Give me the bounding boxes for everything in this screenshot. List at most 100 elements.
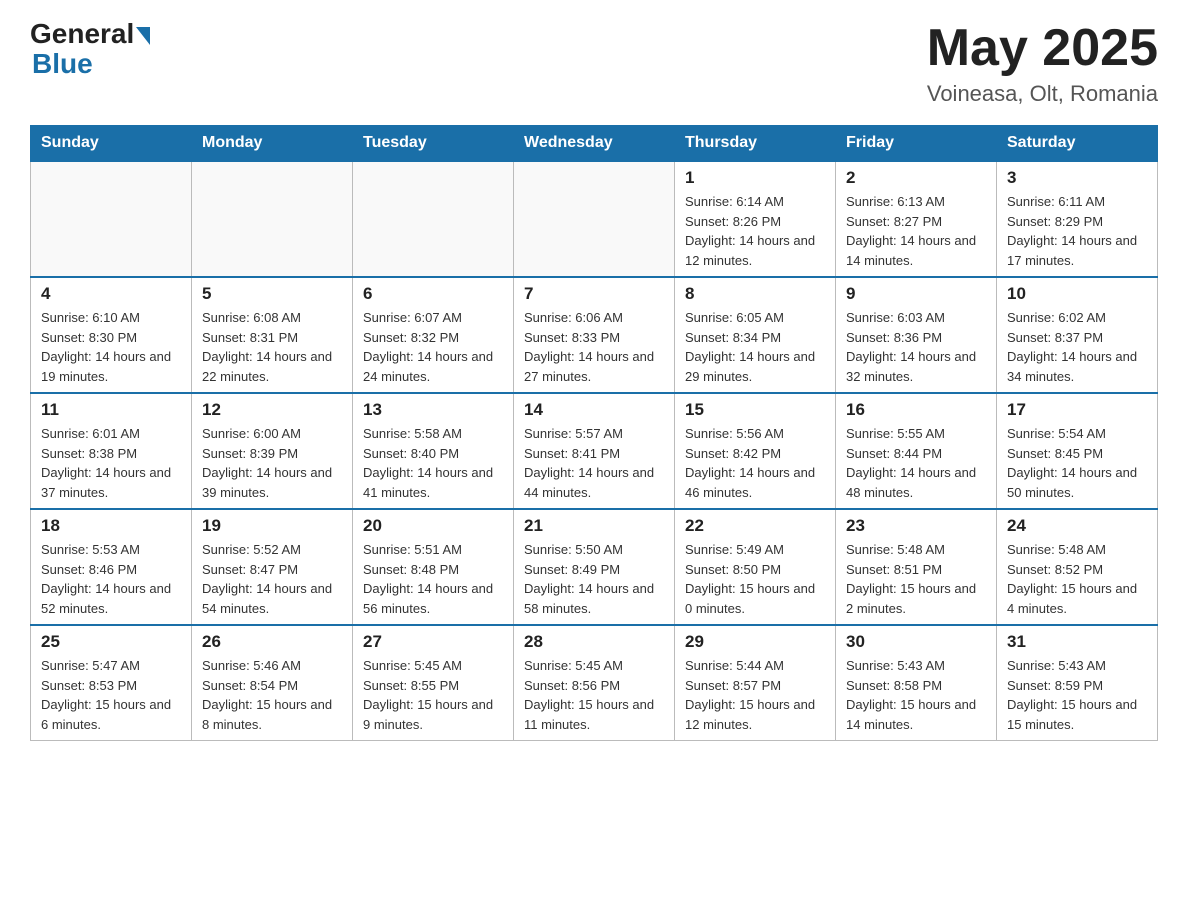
day-number: 15 <box>685 400 825 420</box>
calendar-cell: 24 Sunrise: 5:48 AMSunset: 8:52 PMDayligh… <box>997 509 1158 625</box>
calendar-cell: 29 Sunrise: 5:44 AMSunset: 8:57 PMDayligh… <box>675 625 836 741</box>
day-info: Sunrise: 5:48 AMSunset: 8:51 PMDaylight:… <box>846 540 986 618</box>
calendar-cell: 7Sunrise: 6:06 AMSunset: 8:33 PMDaylight… <box>514 277 675 393</box>
day-info: Sunrise: 6:10 AMSunset: 8:30 PMDaylight:… <box>41 308 181 386</box>
day-info: Sunrise: 5:54 AMSunset: 8:45 PMDaylight:… <box>1007 424 1147 502</box>
day-info: Sunrise: 6:08 AMSunset: 8:31 PMDaylight:… <box>202 308 342 386</box>
day-number: 17 <box>1007 400 1147 420</box>
day-number: 12 <box>202 400 342 420</box>
calendar-cell: 14 Sunrise: 5:57 AMSunset: 8:41 PMDayligh… <box>514 393 675 509</box>
day-info: Sunrise: 6:13 AMSunset: 8:27 PMDaylight:… <box>846 192 986 270</box>
day-info: Sunrise: 6:05 AMSunset: 8:34 PMDaylight:… <box>685 308 825 386</box>
day-number: 29 <box>685 632 825 652</box>
calendar-cell: 11 Sunrise: 6:01 AMSunset: 8:38 PMDayligh… <box>31 393 192 509</box>
calendar-cell <box>31 161 192 277</box>
day-info: Sunrise: 5:45 AMSunset: 8:56 PMDaylight:… <box>524 656 664 734</box>
day-info: Sunrise: 5:53 AMSunset: 8:46 PMDaylight:… <box>41 540 181 618</box>
day-number: 23 <box>846 516 986 536</box>
day-number: 31 <box>1007 632 1147 652</box>
calendar-cell: 1Sunrise: 6:14 AMSunset: 8:26 PMDaylight… <box>675 161 836 277</box>
calendar-week-row: 4 Sunrise: 6:10 AMSunset: 8:30 PMDaylight… <box>31 277 1158 393</box>
calendar-cell <box>353 161 514 277</box>
calendar-cell: 5 Sunrise: 6:08 AMSunset: 8:31 PMDaylight… <box>192 277 353 393</box>
calendar-cell: 22Sunrise: 5:49 AMSunset: 8:50 PMDayligh… <box>675 509 836 625</box>
day-number: 14 <box>524 400 664 420</box>
calendar-header-thursday: Thursday <box>675 126 836 162</box>
day-number: 5 <box>202 284 342 304</box>
calendar-cell: 31 Sunrise: 5:43 AMSunset: 8:59 PMDayligh… <box>997 625 1158 741</box>
calendar-week-row: 25Sunrise: 5:47 AMSunset: 8:53 PMDayligh… <box>31 625 1158 741</box>
logo-triangle-icon <box>136 27 150 45</box>
day-info: Sunrise: 5:52 AMSunset: 8:47 PMDaylight:… <box>202 540 342 618</box>
day-number: 24 <box>1007 516 1147 536</box>
day-info: Sunrise: 5:44 AMSunset: 8:57 PMDaylight:… <box>685 656 825 734</box>
calendar-cell: 3 Sunrise: 6:11 AMSunset: 8:29 PMDaylight… <box>997 161 1158 277</box>
calendar-cell: 19 Sunrise: 5:52 AMSunset: 8:47 PMDayligh… <box>192 509 353 625</box>
day-number: 30 <box>846 632 986 652</box>
calendar-header-tuesday: Tuesday <box>353 126 514 162</box>
calendar-week-row: 18Sunrise: 5:53 AMSunset: 8:46 PMDayligh… <box>31 509 1158 625</box>
day-number: 20 <box>363 516 503 536</box>
calendar-week-row: 1Sunrise: 6:14 AMSunset: 8:26 PMDaylight… <box>31 161 1158 277</box>
day-number: 27 <box>363 632 503 652</box>
calendar-cell: 30Sunrise: 5:43 AMSunset: 8:58 PMDayligh… <box>836 625 997 741</box>
calendar-cell: 18Sunrise: 5:53 AMSunset: 8:46 PMDayligh… <box>31 509 192 625</box>
day-info: Sunrise: 5:47 AMSunset: 8:53 PMDaylight:… <box>41 656 181 734</box>
calendar-cell: 26 Sunrise: 5:46 AMSunset: 8:54 PMDayligh… <box>192 625 353 741</box>
calendar-subtitle: Voineasa, Olt, Romania <box>927 81 1158 107</box>
calendar-cell: 21Sunrise: 5:50 AMSunset: 8:49 PMDayligh… <box>514 509 675 625</box>
day-number: 2 <box>846 168 986 188</box>
title-block: May 2025 Voineasa, Olt, Romania <box>927 20 1158 107</box>
logo: General Blue <box>30 20 150 80</box>
logo-general: General <box>30 20 134 48</box>
calendar-header-row: SundayMondayTuesdayWednesdayThursdayFrid… <box>31 126 1158 162</box>
calendar-cell: 28 Sunrise: 5:45 AMSunset: 8:56 PMDayligh… <box>514 625 675 741</box>
calendar-cell: 8 Sunrise: 6:05 AMSunset: 8:34 PMDaylight… <box>675 277 836 393</box>
calendar-cell: 4 Sunrise: 6:10 AMSunset: 8:30 PMDaylight… <box>31 277 192 393</box>
day-info: Sunrise: 5:56 AMSunset: 8:42 PMDaylight:… <box>685 424 825 502</box>
calendar-table: SundayMondayTuesdayWednesdayThursdayFrid… <box>30 125 1158 741</box>
day-info: Sunrise: 6:02 AMSunset: 8:37 PMDaylight:… <box>1007 308 1147 386</box>
day-info: Sunrise: 6:03 AMSunset: 8:36 PMDaylight:… <box>846 308 986 386</box>
calendar-cell: 27Sunrise: 5:45 AMSunset: 8:55 PMDayligh… <box>353 625 514 741</box>
day-number: 19 <box>202 516 342 536</box>
calendar-cell: 13 Sunrise: 5:58 AMSunset: 8:40 PMDayligh… <box>353 393 514 509</box>
day-info: Sunrise: 6:07 AMSunset: 8:32 PMDaylight:… <box>363 308 503 386</box>
day-number: 22 <box>685 516 825 536</box>
day-number: 8 <box>685 284 825 304</box>
day-number: 26 <box>202 632 342 652</box>
calendar-cell: 23 Sunrise: 5:48 AMSunset: 8:51 PMDayligh… <box>836 509 997 625</box>
day-number: 7 <box>524 284 664 304</box>
day-info: Sunrise: 6:00 AMSunset: 8:39 PMDaylight:… <box>202 424 342 502</box>
calendar-cell: 6Sunrise: 6:07 AMSunset: 8:32 PMDaylight… <box>353 277 514 393</box>
day-number: 28 <box>524 632 664 652</box>
day-number: 9 <box>846 284 986 304</box>
page-header: General Blue May 2025 Voineasa, Olt, Rom… <box>30 20 1158 107</box>
calendar-cell: 9 Sunrise: 6:03 AMSunset: 8:36 PMDaylight… <box>836 277 997 393</box>
day-info: Sunrise: 5:48 AMSunset: 8:52 PMDaylight:… <box>1007 540 1147 618</box>
calendar-cell: 2 Sunrise: 6:13 AMSunset: 8:27 PMDaylight… <box>836 161 997 277</box>
day-info: Sunrise: 5:51 AMSunset: 8:48 PMDaylight:… <box>363 540 503 618</box>
calendar-cell <box>192 161 353 277</box>
day-info: Sunrise: 5:58 AMSunset: 8:40 PMDaylight:… <box>363 424 503 502</box>
day-info: Sunrise: 5:57 AMSunset: 8:41 PMDaylight:… <box>524 424 664 502</box>
day-info: Sunrise: 6:01 AMSunset: 8:38 PMDaylight:… <box>41 424 181 502</box>
day-info: Sunrise: 5:55 AMSunset: 8:44 PMDaylight:… <box>846 424 986 502</box>
day-number: 11 <box>41 400 181 420</box>
day-number: 4 <box>41 284 181 304</box>
day-info: Sunrise: 5:46 AMSunset: 8:54 PMDaylight:… <box>202 656 342 734</box>
calendar-cell: 15 Sunrise: 5:56 AMSunset: 8:42 PMDayligh… <box>675 393 836 509</box>
day-number: 13 <box>363 400 503 420</box>
day-info: Sunrise: 5:50 AMSunset: 8:49 PMDaylight:… <box>524 540 664 618</box>
day-number: 3 <box>1007 168 1147 188</box>
day-info: Sunrise: 6:11 AMSunset: 8:29 PMDaylight:… <box>1007 192 1147 270</box>
calendar-cell: 10 Sunrise: 6:02 AMSunset: 8:37 PMDayligh… <box>997 277 1158 393</box>
calendar-cell: 17 Sunrise: 5:54 AMSunset: 8:45 PMDayligh… <box>997 393 1158 509</box>
calendar-week-row: 11 Sunrise: 6:01 AMSunset: 8:38 PMDayligh… <box>31 393 1158 509</box>
day-info: Sunrise: 5:43 AMSunset: 8:59 PMDaylight:… <box>1007 656 1147 734</box>
day-number: 10 <box>1007 284 1147 304</box>
calendar-cell <box>514 161 675 277</box>
logo-blue: Blue <box>32 48 93 80</box>
calendar-header-friday: Friday <box>836 126 997 162</box>
calendar-cell: 16Sunrise: 5:55 AMSunset: 8:44 PMDayligh… <box>836 393 997 509</box>
